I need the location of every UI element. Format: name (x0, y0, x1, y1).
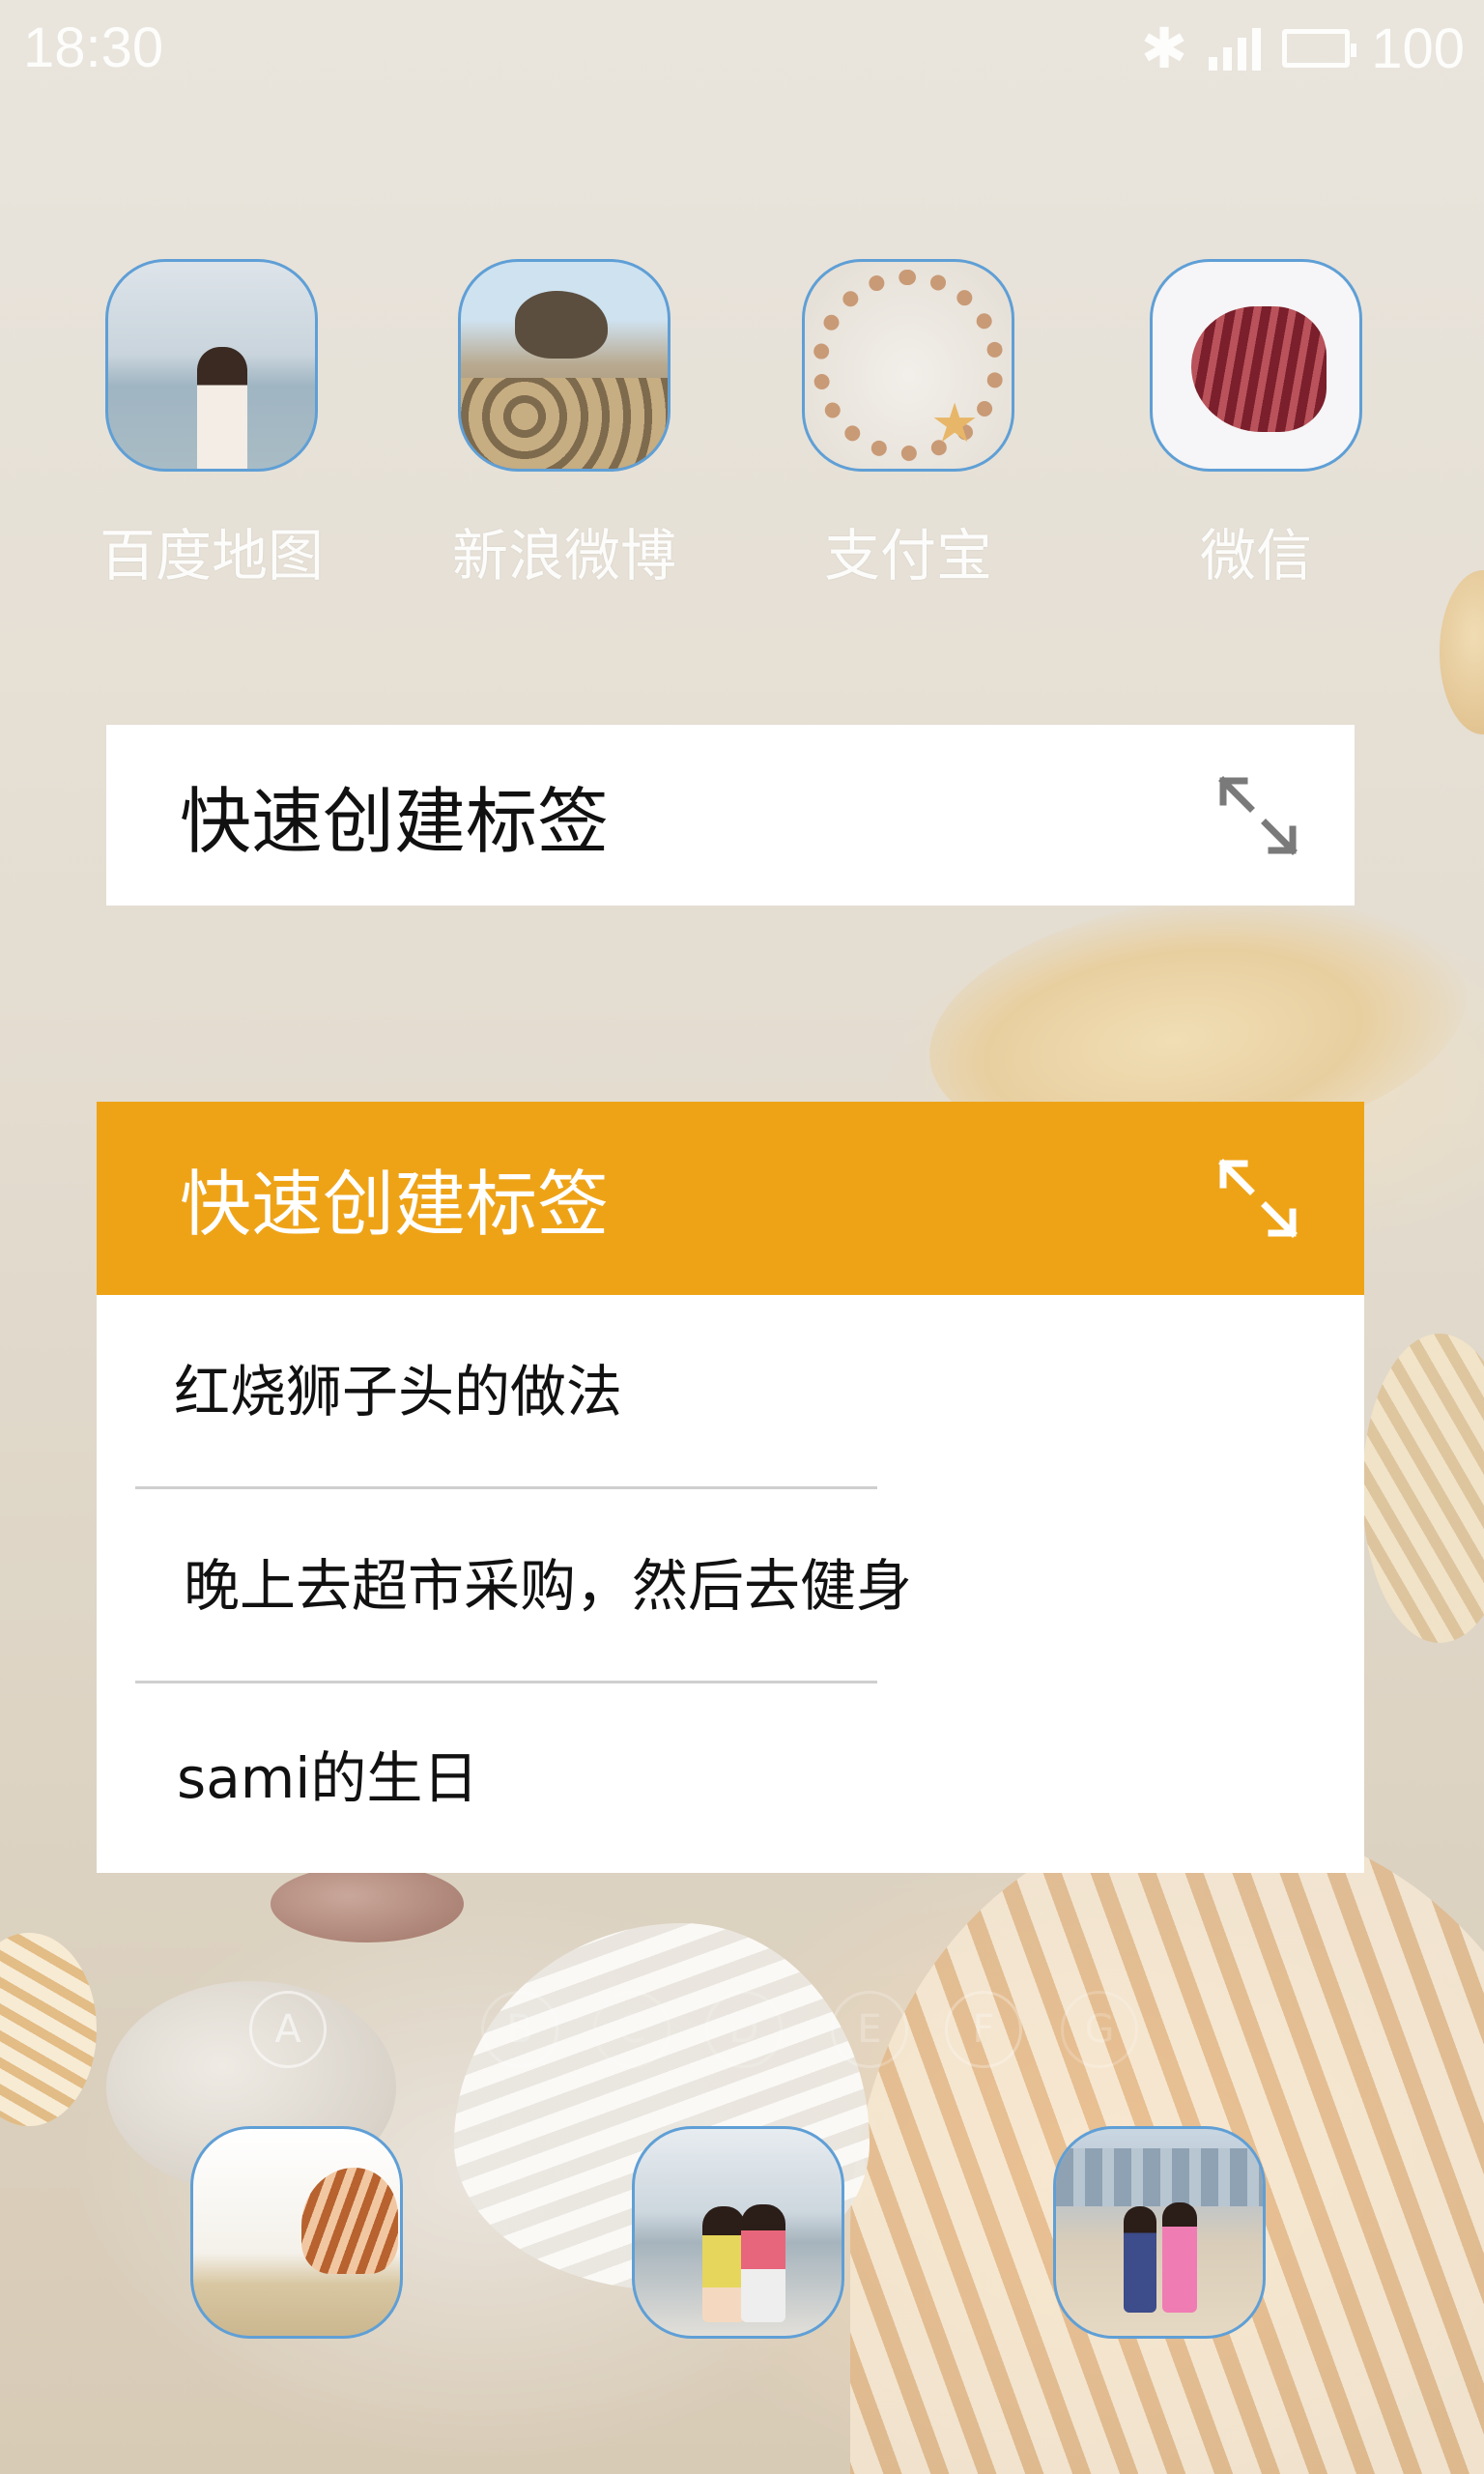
widget-title: 快速创建标签 (180, 1163, 609, 1247)
widget-header[interactable]: 快速创建标签 (97, 1102, 1364, 1295)
app-sina-weibo[interactable]: 新浪微博 (452, 259, 677, 591)
rocky-shore-photo-icon[interactable] (458, 259, 671, 472)
note-item[interactable]: 红烧狮子头的做法 (174, 1346, 622, 1427)
app-baidu-map[interactable]: 百度地图 (100, 259, 325, 591)
widget-title: 快速创建标签 (180, 780, 609, 863)
status-bar: 18:30 ✱ 100 (0, 0, 1484, 97)
beach-walkers-photo-icon[interactable] (1053, 2126, 1266, 2339)
shell-ring-photo-icon[interactable]: ★ (802, 259, 1014, 472)
bluetooth-icon: ✱ (1140, 15, 1188, 81)
app-alipay[interactable]: ★ 支付宝 (797, 259, 1019, 591)
home-screen: 18:30 ✱ 100 百度地图 新浪微博 ★ 支付宝 微信 快速创建标签 快速… (0, 0, 1484, 2474)
signal-icon (1209, 26, 1262, 71)
page-indicator[interactable]: A (249, 1991, 327, 2068)
quick-tag-widget-collapsed[interactable]: 快速创建标签 (106, 725, 1355, 906)
status-icons: ✱ 100 (1141, 15, 1465, 81)
background-shell (0, 1933, 97, 2126)
background-shell (1440, 570, 1484, 734)
app-wechat[interactable]: 微信 (1145, 259, 1367, 591)
battery-icon (1282, 29, 1357, 68)
beach-woman-photo-icon[interactable] (105, 259, 318, 472)
note-item[interactable]: 晚上去超市采购，然后去健身 (184, 1540, 912, 1622)
two-girls-beach-photo-icon[interactable] (632, 2126, 844, 2339)
background-pebble (271, 1865, 464, 1942)
page-indicator[interactable]: G (1061, 1991, 1138, 2068)
status-time: 18:30 (23, 16, 164, 79)
expand-arrows-icon[interactable] (1215, 1156, 1300, 1241)
app-label: 支付宝 (823, 523, 992, 589)
background-shell (1362, 1334, 1484, 1643)
battery-level: 100 (1371, 16, 1465, 80)
expand-arrows-icon[interactable] (1215, 773, 1300, 858)
shell-on-sand-photo-icon[interactable] (190, 2126, 403, 2339)
note-item[interactable]: sami的生日 (177, 1733, 478, 1814)
app-label: 微信 (1199, 523, 1312, 589)
page-indicator[interactable]: C (593, 1991, 671, 2068)
note-divider (135, 1681, 877, 1683)
app-label: 新浪微博 (452, 523, 677, 589)
page-indicator[interactable]: B (481, 1991, 558, 2068)
note-divider (135, 1486, 877, 1489)
page-indicator[interactable]: F (945, 1991, 1022, 2068)
app-label: 百度地图 (100, 523, 325, 589)
scallop-shell-photo-icon[interactable] (1150, 259, 1362, 472)
page-indicator[interactable]: D (705, 1991, 783, 2068)
page-indicator[interactable]: E (831, 1991, 908, 2068)
